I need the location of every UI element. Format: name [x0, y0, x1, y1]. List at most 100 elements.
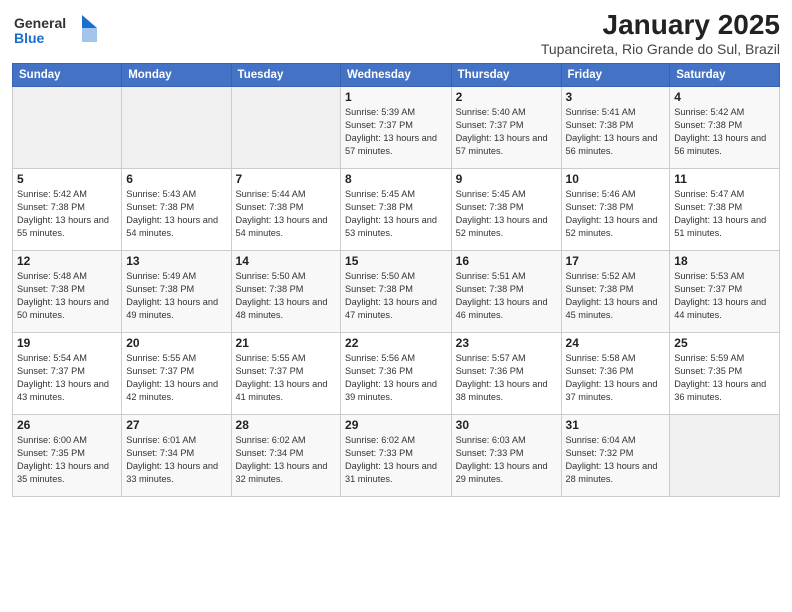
day-content: Sunrise: 5:46 AM Sunset: 7:38 PM Dayligh… [566, 188, 666, 240]
header-wednesday: Wednesday [341, 64, 452, 87]
table-row: 21Sunrise: 5:55 AM Sunset: 7:37 PM Dayli… [231, 333, 340, 415]
day-content: Sunrise: 5:43 AM Sunset: 7:38 PM Dayligh… [126, 188, 226, 240]
day-number: 29 [345, 418, 447, 432]
day-number: 6 [126, 172, 226, 186]
table-row: 14 Sunrise: 5:50 AM Sunset: 7:38 PM Dayli… [231, 251, 340, 333]
day-number: 25 [674, 336, 775, 350]
day-content: Sunrise: 5:45 AM Sunset: 7:38 PM Dayligh… [345, 188, 447, 240]
day-number: 8 [345, 172, 447, 186]
table-row: 26 Sunrise: 6:00 AM Sunset: 7:35 PM Dayli… [13, 415, 122, 497]
header-thursday: Thursday [451, 64, 561, 87]
day-content: Sunrise: 5:49 AM Sunset: 7:38 PM Dayligh… [126, 270, 226, 322]
day-content: Sunrise: 5:41 AM Sunset: 7:38 PM Dayligh… [566, 106, 666, 158]
table-row: 8 Sunrise: 5:45 AM Sunset: 7:38 PM Daylig… [341, 169, 452, 251]
day-number: 26 [17, 418, 117, 432]
day-number: 13 [126, 254, 226, 268]
day-content: Sunrise: 5:55 AM Sunset: 7:37 PM Dayligh… [126, 352, 226, 404]
day-number: 31 [566, 418, 666, 432]
day-content: Sunrise: 6:01 AM Sunset: 7:34 PM Dayligh… [126, 434, 226, 486]
day-number: 9 [456, 172, 557, 186]
table-row: 17 Sunrise: 5:52 AM Sunset: 7:38 PM Dayli… [561, 251, 670, 333]
logo: General Blue [12, 10, 102, 57]
header-sunday: Sunday [13, 64, 122, 87]
table-row: 15Sunrise: 5:50 AM Sunset: 7:38 PM Dayli… [341, 251, 452, 333]
day-content: Sunrise: 5:47 AM Sunset: 7:38 PM Dayligh… [674, 188, 775, 240]
day-number: 20 [126, 336, 226, 350]
table-row [231, 87, 340, 169]
calendar-week-row: 5Sunrise: 5:42 AM Sunset: 7:38 PM Daylig… [13, 169, 780, 251]
day-number: 12 [17, 254, 117, 268]
table-row: 29Sunrise: 6:02 AM Sunset: 7:33 PM Dayli… [341, 415, 452, 497]
logo-svg: General Blue [12, 10, 102, 52]
day-content: Sunrise: 6:02 AM Sunset: 7:34 PM Dayligh… [236, 434, 336, 486]
day-number: 3 [566, 90, 666, 104]
day-content: Sunrise: 5:54 AM Sunset: 7:37 PM Dayligh… [17, 352, 117, 404]
table-row: 20 Sunrise: 5:55 AM Sunset: 7:37 PM Dayli… [122, 333, 231, 415]
table-row: 9 Sunrise: 5:45 AM Sunset: 7:38 PM Daylig… [451, 169, 561, 251]
day-content: Sunrise: 5:48 AM Sunset: 7:38 PM Dayligh… [17, 270, 117, 322]
table-row: 1 Sunrise: 5:39 AM Sunset: 7:37 PM Daylig… [341, 87, 452, 169]
day-content: Sunrise: 6:03 AM Sunset: 7:33 PM Dayligh… [456, 434, 557, 486]
table-row: 12 Sunrise: 5:48 AM Sunset: 7:38 PM Dayli… [13, 251, 122, 333]
calendar-week-row: 12 Sunrise: 5:48 AM Sunset: 7:38 PM Dayli… [13, 251, 780, 333]
table-row: 7 Sunrise: 5:44 AM Sunset: 7:38 PM Daylig… [231, 169, 340, 251]
table-row: 31 Sunrise: 6:04 AM Sunset: 7:32 PM Dayli… [561, 415, 670, 497]
table-row: 6 Sunrise: 5:43 AM Sunset: 7:38 PM Daylig… [122, 169, 231, 251]
day-content: Sunrise: 5:59 AM Sunset: 7:35 PM Dayligh… [674, 352, 775, 404]
calendar-week-row: 1 Sunrise: 5:39 AM Sunset: 7:37 PM Daylig… [13, 87, 780, 169]
calendar-title: January 2025 [541, 10, 780, 41]
day-number: 24 [566, 336, 666, 350]
day-content: Sunrise: 5:44 AM Sunset: 7:38 PM Dayligh… [236, 188, 336, 240]
logo-area: General Blue [12, 10, 102, 57]
day-content: Sunrise: 5:51 AM Sunset: 7:38 PM Dayligh… [456, 270, 557, 322]
calendar-table: Sunday Monday Tuesday Wednesday Thursday… [12, 63, 780, 497]
day-content: Sunrise: 5:53 AM Sunset: 7:37 PM Dayligh… [674, 270, 775, 322]
table-row [122, 87, 231, 169]
title-area: January 2025 Tupancireta, Rio Grande do … [541, 10, 780, 57]
logo-icon [82, 15, 97, 28]
day-number: 17 [566, 254, 666, 268]
day-content: Sunrise: 6:00 AM Sunset: 7:35 PM Dayligh… [17, 434, 117, 486]
day-content: Sunrise: 5:45 AM Sunset: 7:38 PM Dayligh… [456, 188, 557, 240]
header-tuesday: Tuesday [231, 64, 340, 87]
table-row [13, 87, 122, 169]
calendar-week-row: 19 Sunrise: 5:54 AM Sunset: 7:37 PM Dayli… [13, 333, 780, 415]
day-number: 28 [236, 418, 336, 432]
page: General Blue January 2025 Tupancireta, R… [0, 0, 792, 612]
day-number: 15 [345, 254, 447, 268]
table-row: 11 Sunrise: 5:47 AM Sunset: 7:38 PM Dayli… [670, 169, 780, 251]
day-number: 10 [566, 172, 666, 186]
table-row: 30 Sunrise: 6:03 AM Sunset: 7:33 PM Dayli… [451, 415, 561, 497]
day-number: 7 [236, 172, 336, 186]
header-monday: Monday [122, 64, 231, 87]
weekday-header-row: Sunday Monday Tuesday Wednesday Thursday… [13, 64, 780, 87]
day-number: 23 [456, 336, 557, 350]
day-number: 22 [345, 336, 447, 350]
day-content: Sunrise: 5:39 AM Sunset: 7:37 PM Dayligh… [345, 106, 447, 158]
day-number: 30 [456, 418, 557, 432]
table-row: 3 Sunrise: 5:41 AM Sunset: 7:38 PM Daylig… [561, 87, 670, 169]
table-row: 5Sunrise: 5:42 AM Sunset: 7:38 PM Daylig… [13, 169, 122, 251]
svg-text:General: General [14, 15, 66, 31]
day-content: Sunrise: 5:42 AM Sunset: 7:38 PM Dayligh… [17, 188, 117, 240]
day-number: 1 [345, 90, 447, 104]
day-number: 2 [456, 90, 557, 104]
day-content: Sunrise: 5:55 AM Sunset: 7:37 PM Dayligh… [236, 352, 336, 404]
day-number: 4 [674, 90, 775, 104]
header: General Blue January 2025 Tupancireta, R… [12, 10, 780, 57]
day-number: 27 [126, 418, 226, 432]
day-number: 14 [236, 254, 336, 268]
day-content: Sunrise: 5:56 AM Sunset: 7:36 PM Dayligh… [345, 352, 447, 404]
day-number: 19 [17, 336, 117, 350]
table-row: 13 Sunrise: 5:49 AM Sunset: 7:38 PM Dayli… [122, 251, 231, 333]
table-row [670, 415, 780, 497]
table-row: 28 Sunrise: 6:02 AM Sunset: 7:34 PM Dayli… [231, 415, 340, 497]
day-content: Sunrise: 5:50 AM Sunset: 7:38 PM Dayligh… [236, 270, 336, 322]
day-content: Sunrise: 5:58 AM Sunset: 7:36 PM Dayligh… [566, 352, 666, 404]
table-row: 22 Sunrise: 5:56 AM Sunset: 7:36 PM Dayli… [341, 333, 452, 415]
day-content: Sunrise: 5:40 AM Sunset: 7:37 PM Dayligh… [456, 106, 557, 158]
calendar-week-row: 26 Sunrise: 6:00 AM Sunset: 7:35 PM Dayli… [13, 415, 780, 497]
day-content: Sunrise: 6:04 AM Sunset: 7:32 PM Dayligh… [566, 434, 666, 486]
day-number: 11 [674, 172, 775, 186]
day-content: Sunrise: 5:52 AM Sunset: 7:38 PM Dayligh… [566, 270, 666, 322]
